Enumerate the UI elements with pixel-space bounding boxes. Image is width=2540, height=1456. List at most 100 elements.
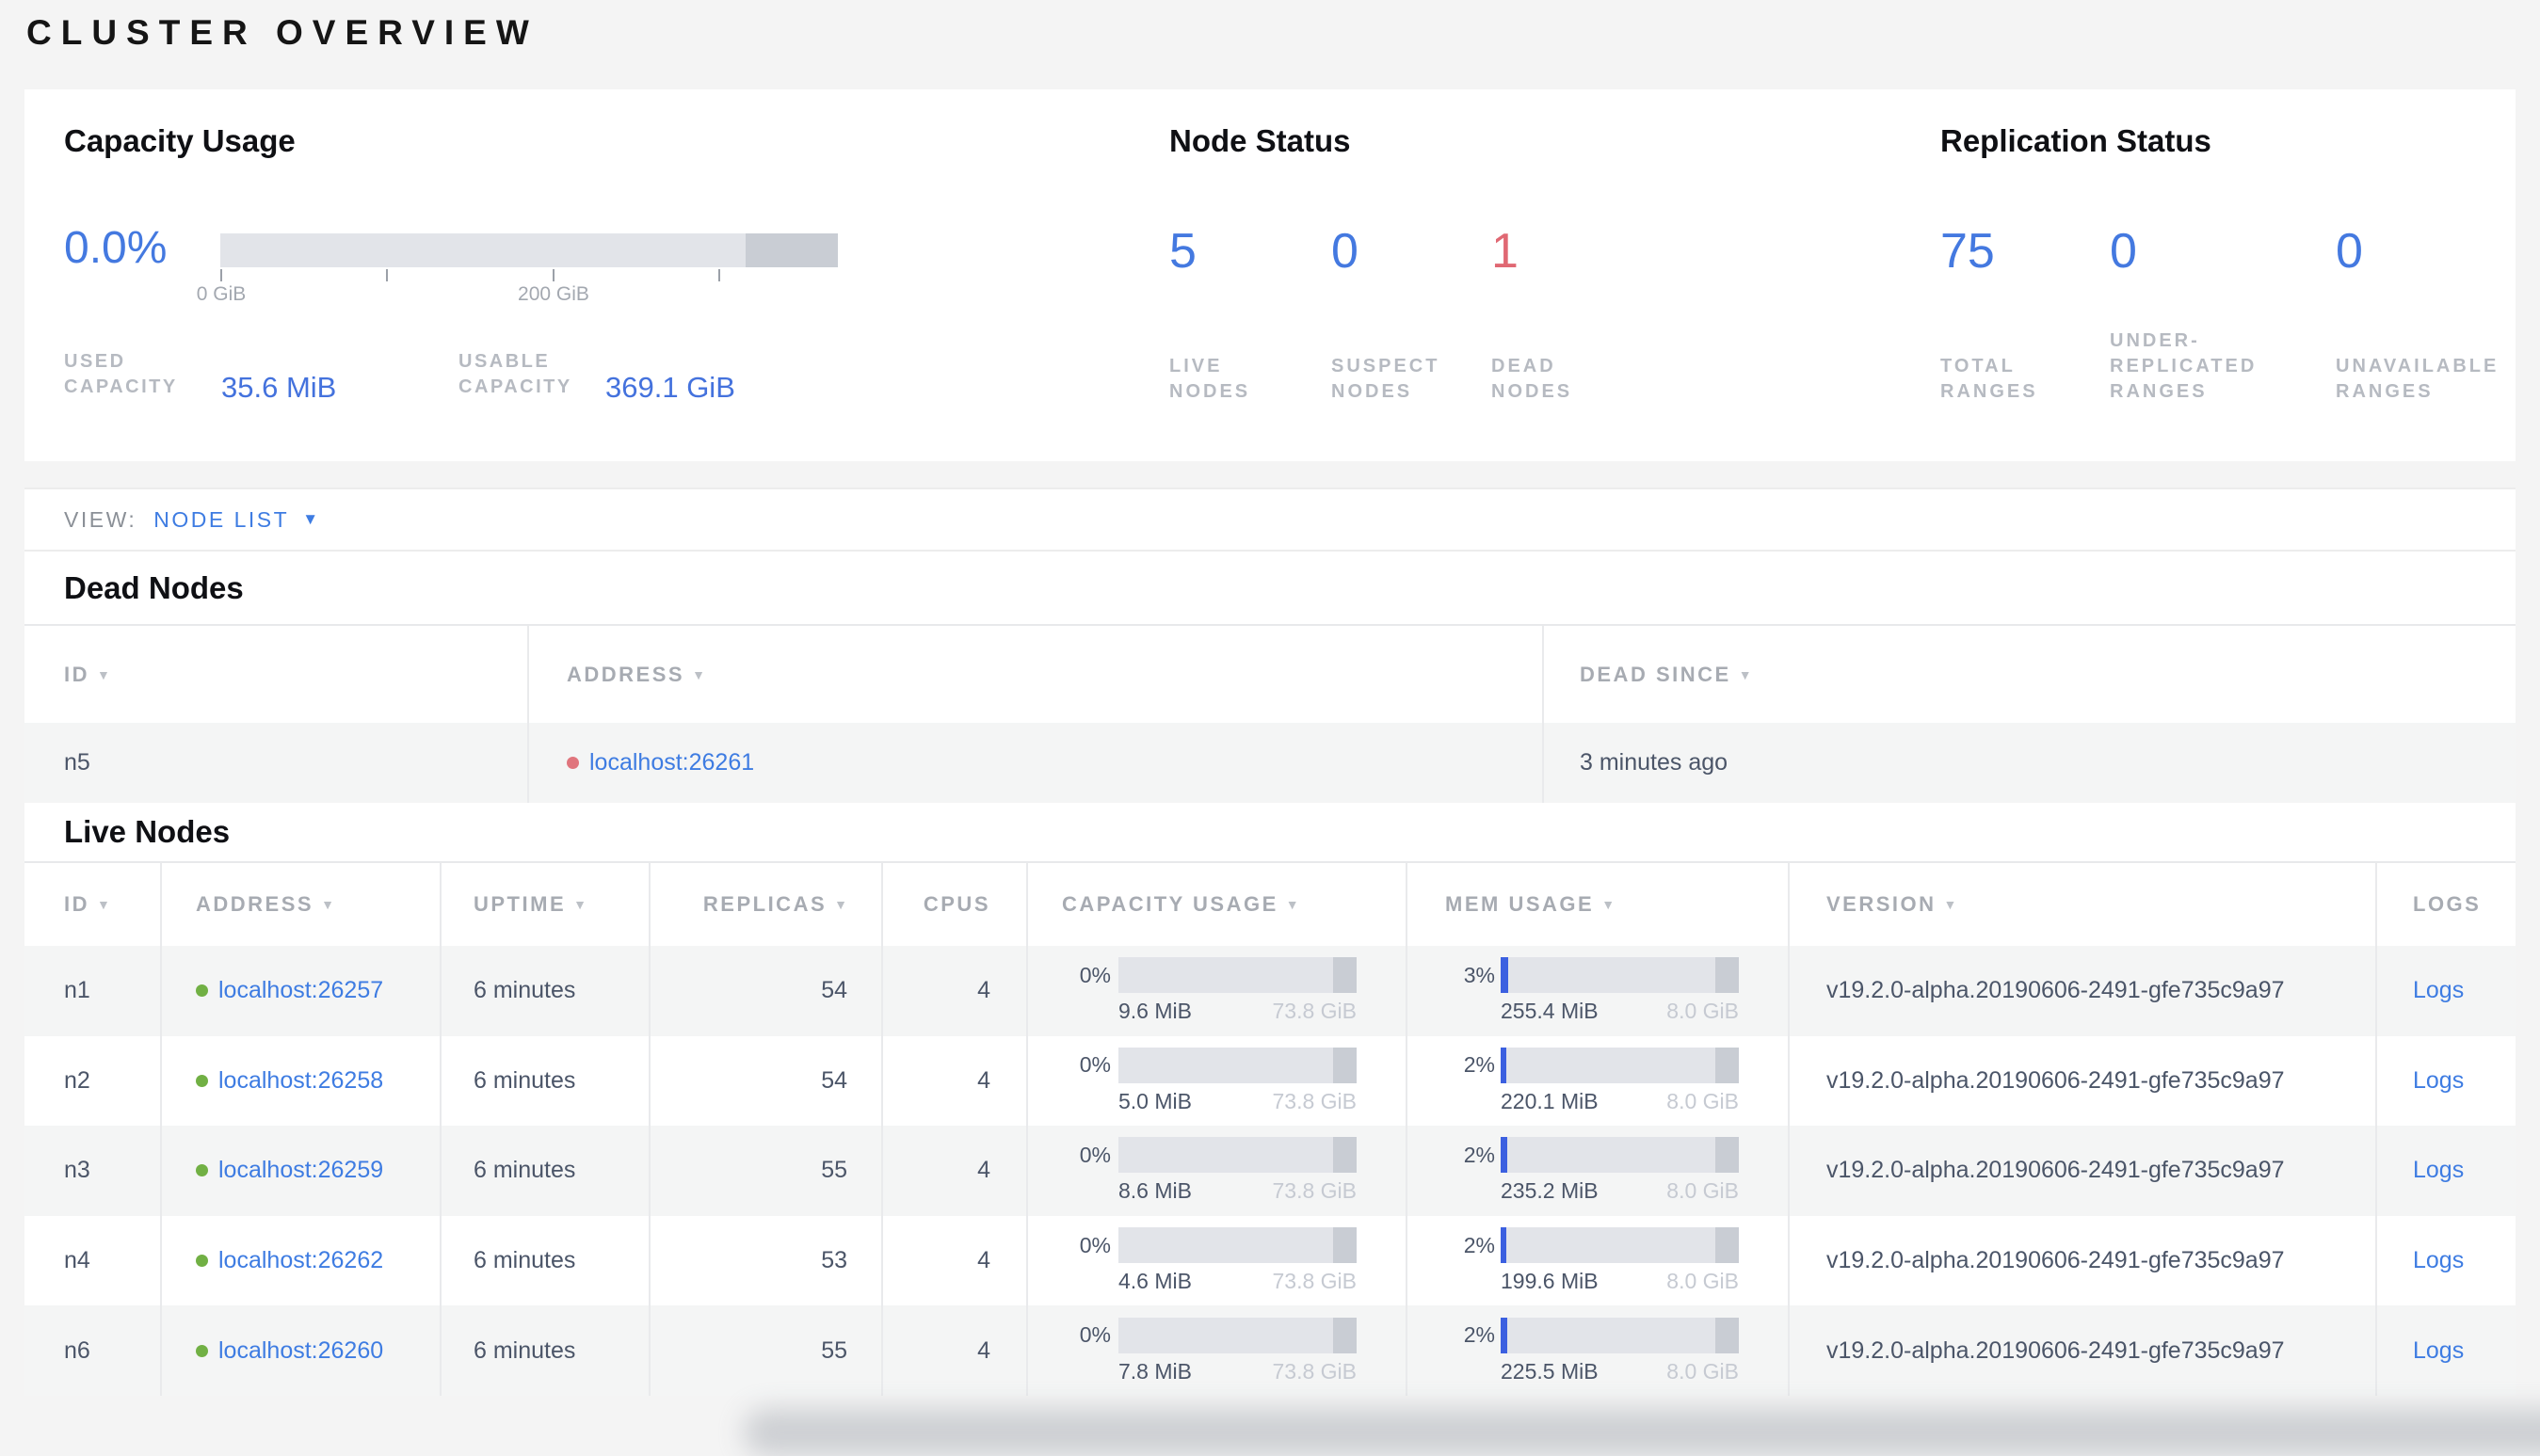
logs-cell: Logs	[2375, 1305, 2516, 1396]
dead-nodes-label: DEAD NODES	[1491, 356, 1573, 402]
sort-arrow-icon: ▼	[97, 666, 110, 682]
capacity-bar	[1118, 1047, 1357, 1083]
logs-link[interactable]: Logs	[2413, 977, 2464, 1004]
capacity-used: 5.0 MiB	[1118, 1088, 1192, 1113]
column-header-logs: LOGS	[2375, 863, 2516, 946]
capacity-usage-cell: 0% 4.6 MiB 73.8 GiB	[1026, 1215, 1406, 1306]
sort-arrow-icon: ▼	[573, 897, 587, 912]
column-header-address[interactable]: ADDRESS ▼	[527, 626, 1542, 723]
column-header-address[interactable]: ADDRESS ▼	[160, 863, 440, 946]
view-label: VIEW:	[64, 506, 137, 532]
replicas-value: 53	[649, 1215, 881, 1306]
capacity-bar	[1118, 957, 1357, 994]
cpus-value: 4	[881, 1035, 1026, 1127]
capacity-used: 7.8 MiB	[1118, 1358, 1192, 1384]
axis-tick-label: 200 GiB	[518, 283, 589, 305]
live-status-dot	[196, 1344, 208, 1357]
capacity-usage-cell: 0% 5.0 MiB 73.8 GiB	[1026, 1035, 1406, 1127]
mem-percent: 2%	[1463, 1052, 1495, 1078]
mem-percent: 2%	[1463, 1232, 1495, 1257]
live-nodes-heading: Live Nodes	[64, 814, 231, 849]
column-header-dead-since[interactable]: DEAD SINCE ▼	[1542, 626, 2516, 723]
node-address-link[interactable]: localhost:26257	[218, 977, 383, 1004]
node-address-cell: localhost:26261	[527, 723, 1542, 803]
logs-link[interactable]: Logs	[2413, 1157, 2464, 1184]
mem-bar	[1501, 1137, 1739, 1174]
sort-arrow-icon: ▼	[97, 897, 110, 912]
column-header-cpus[interactable]: CPUS	[881, 863, 1026, 946]
column-header-id[interactable]: ID ▼	[24, 626, 527, 723]
logs-link[interactable]: Logs	[2413, 1067, 2464, 1095]
live-status-dot	[196, 984, 208, 998]
dead-nodes-table-header: ID ▼ ADDRESS ▼ DEAD SINCE ▼	[24, 624, 2516, 723]
live-status-dot	[196, 1164, 208, 1177]
node-id: n6	[64, 1336, 90, 1364]
node-address-link[interactable]: localhost:26258	[218, 1067, 383, 1095]
node-address-link[interactable]: localhost:26261	[589, 749, 754, 776]
capacity-total: 73.8 GiB	[1272, 1088, 1358, 1113]
table-row: n2 localhost:26258 6 minutes 54 4 0% 5.0…	[24, 1035, 2516, 1127]
replicas-value: 55	[649, 1126, 881, 1216]
version-value: v19.2.0-alpha.20190606-2491-gfe735c9a97	[1788, 1035, 2375, 1127]
node-address-link[interactable]: localhost:26259	[218, 1157, 383, 1184]
node-id: n4	[64, 1247, 90, 1274]
node-status-title: Node Status	[1169, 123, 1351, 158]
mem-usage-cell: 2% 235.2 MiB 8.0 GiB	[1406, 1126, 1788, 1216]
axis-tick	[386, 269, 388, 281]
logs-cell: Logs	[2375, 1126, 2516, 1216]
mem-bar	[1501, 957, 1739, 994]
table-row: n3 localhost:26259 6 minutes 55 4 0% 8.6…	[24, 1126, 2516, 1216]
live-nodes-stat: 5 LIVE NODES	[1169, 224, 1331, 405]
sort-arrow-icon: ▼	[1738, 666, 1752, 682]
node-address-cell: localhost:26260	[160, 1305, 440, 1396]
dead-nodes-stat: 1 DEAD NODES	[1491, 224, 1680, 405]
view-selector-bar: VIEW: NODE LIST ▼	[24, 488, 2516, 552]
mem-total: 8.0 GiB	[1666, 1088, 1739, 1113]
live-nodes-label: LIVE NODES	[1169, 356, 1251, 402]
version-value: v19.2.0-alpha.20190606-2491-gfe735c9a97	[1788, 1126, 2375, 1216]
column-header-replicas[interactable]: REPLICAS ▼	[649, 863, 881, 946]
column-header-uptime[interactable]: UPTIME ▼	[440, 863, 649, 946]
live-nodes-count: 5	[1169, 224, 1197, 279]
dead-since-value: 3 minutes ago	[1542, 723, 2516, 803]
mem-usage-cell: 2% 199.6 MiB 8.0 GiB	[1406, 1215, 1788, 1306]
replicas-value: 54	[649, 946, 881, 1036]
suspect-nodes-count: 0	[1331, 224, 1358, 279]
node-address-cell: localhost:26258	[160, 1035, 440, 1127]
sort-arrow-icon: ▼	[1285, 897, 1299, 912]
logs-link[interactable]: Logs	[2413, 1337, 2464, 1365]
replicas-value: 55	[649, 1305, 881, 1396]
column-header-mem-usage[interactable]: MEM USAGE ▼	[1406, 863, 1788, 946]
axis-tick	[553, 269, 555, 281]
unavailable-ranges-stat: 0 UNAVAILABLE RANGES	[2336, 224, 2524, 405]
column-header-version[interactable]: VERSION ▼	[1788, 863, 2375, 946]
mem-bar	[1501, 1227, 1739, 1264]
capacity-bar	[1118, 1137, 1357, 1174]
mem-total: 8.0 GiB	[1666, 1269, 1739, 1294]
uptime-value: 6 minutes	[440, 1215, 649, 1306]
column-header-id[interactable]: ID ▼	[24, 863, 160, 946]
node-address-link[interactable]: localhost:26262	[218, 1247, 383, 1274]
capacity-usage-bar	[220, 233, 838, 267]
logs-cell: Logs	[2375, 946, 2516, 1036]
mem-total: 8.0 GiB	[1666, 1178, 1739, 1204]
uptime-value: 6 minutes	[440, 1126, 649, 1216]
capacity-percent: 0.0%	[64, 223, 168, 273]
unavailable-ranges-label: UNAVAILABLE RANGES	[2336, 356, 2500, 402]
capacity-percent: 0%	[1079, 1052, 1111, 1078]
chevron-down-icon[interactable]: ▼	[302, 510, 318, 529]
column-header-capacity-usage[interactable]: CAPACITY USAGE ▼	[1026, 863, 1406, 946]
axis-tick	[220, 269, 222, 281]
mem-percent: 2%	[1463, 1322, 1495, 1348]
logs-link[interactable]: Logs	[2413, 1247, 2464, 1274]
capacity-total: 73.8 GiB	[1272, 999, 1358, 1024]
view-dropdown[interactable]: NODE LIST	[153, 507, 289, 533]
cpus-value: 4	[881, 1126, 1026, 1216]
logs-cell: Logs	[2375, 1035, 2516, 1127]
uptime-value: 6 minutes	[440, 1305, 649, 1396]
mem-used: 225.5 MiB	[1501, 1358, 1599, 1384]
mem-used: 199.6 MiB	[1501, 1269, 1599, 1294]
node-address-link[interactable]: localhost:26260	[218, 1337, 383, 1365]
total-ranges-stat: 75 TOTAL RANGES	[1940, 224, 2110, 405]
total-ranges-label: TOTAL RANGES	[1940, 356, 2038, 402]
